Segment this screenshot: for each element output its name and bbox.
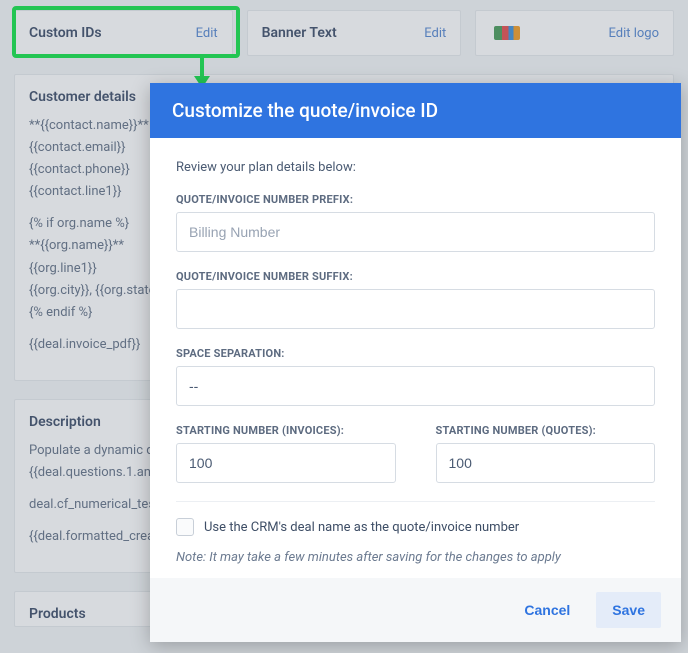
separator-rule (176, 501, 655, 502)
use-deal-name-label: Use the CRM's deal name as the quote/inv… (204, 520, 519, 535)
suffix-field-group: QUOTE/INVOICE NUMBER SUFFIX: (176, 270, 655, 329)
start-invoices-label: STARTING NUMBER (INVOICES): (176, 424, 396, 437)
modal-lead-text: Review your plan details below: (176, 160, 655, 175)
save-button[interactable]: Save (596, 592, 661, 628)
start-invoices-group: STARTING NUMBER (INVOICES): (176, 424, 396, 483)
use-deal-name-row[interactable]: Use the CRM's deal name as the quote/inv… (176, 518, 655, 536)
starting-numbers-row: STARTING NUMBER (INVOICES): STARTING NUM… (176, 424, 655, 483)
prefix-input[interactable] (176, 212, 655, 252)
start-quotes-label: STARTING NUMBER (QUOTES): (436, 424, 656, 437)
separator-input[interactable] (176, 366, 655, 406)
start-quotes-input[interactable] (436, 443, 656, 483)
suffix-label: QUOTE/INVOICE NUMBER SUFFIX: (176, 270, 655, 283)
suffix-input[interactable] (176, 289, 655, 329)
use-deal-name-checkbox[interactable] (176, 518, 194, 536)
modal-title: Customize the quote/invoice ID (150, 83, 681, 138)
prefix-label: QUOTE/INVOICE NUMBER PREFIX: (176, 193, 655, 206)
separator-label: SPACE SEPARATION: (176, 347, 655, 360)
prefix-field-group: QUOTE/INVOICE NUMBER PREFIX: (176, 193, 655, 252)
modal-footer: Cancel Save (150, 578, 681, 642)
start-invoices-input[interactable] (176, 443, 396, 483)
start-quotes-group: STARTING NUMBER (QUOTES): (436, 424, 656, 483)
modal-body: Review your plan details below: QUOTE/IN… (150, 138, 681, 578)
modal-note: Note: It may take a few minutes after sa… (176, 550, 655, 565)
customize-id-modal: Customize the quote/invoice ID Review yo… (150, 83, 681, 642)
cancel-button[interactable]: Cancel (508, 592, 586, 628)
separator-field-group: SPACE SEPARATION: (176, 347, 655, 406)
